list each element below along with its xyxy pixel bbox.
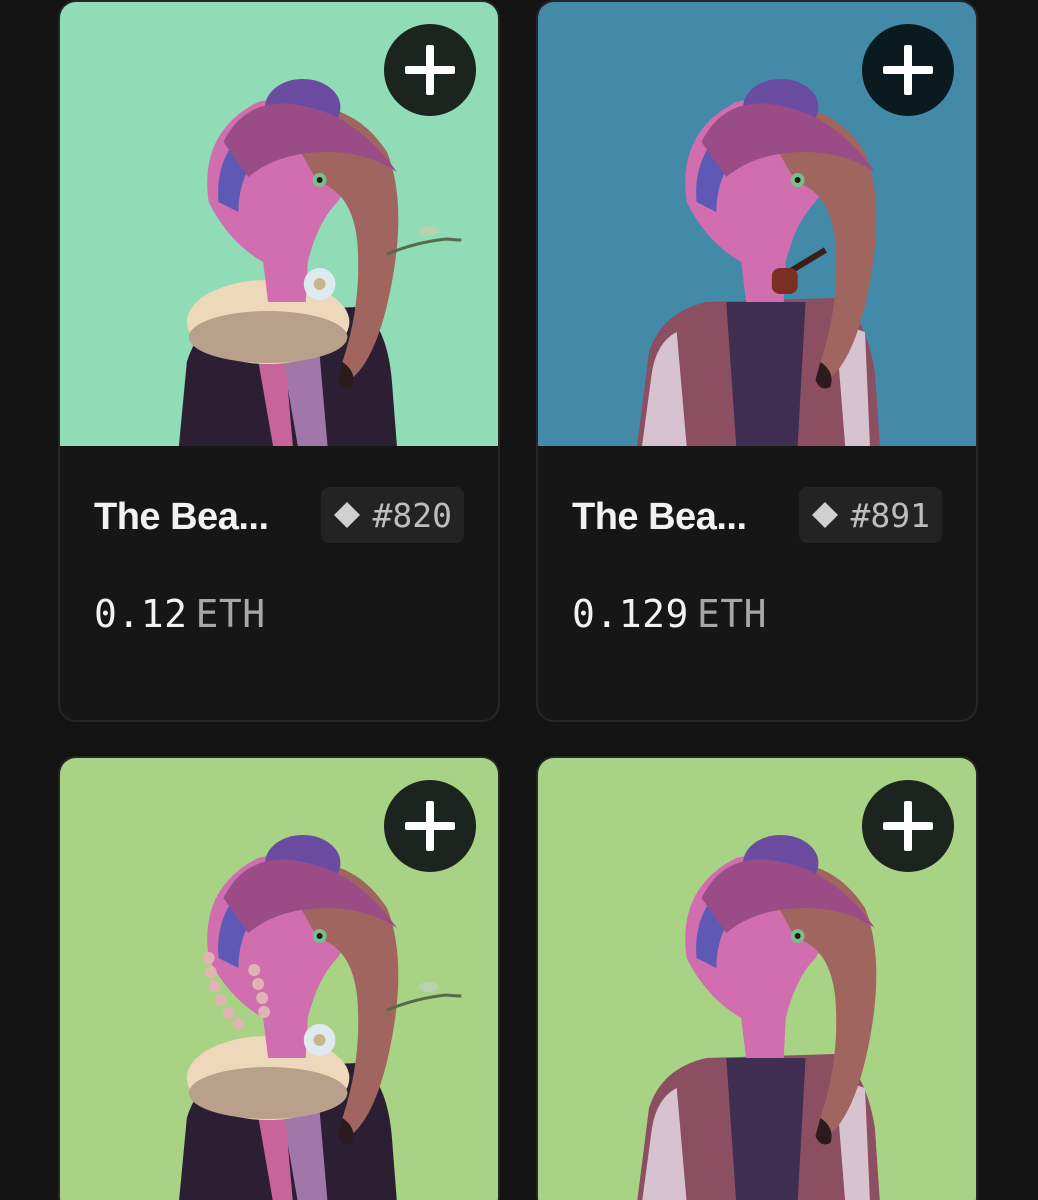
add-to-cart-button[interactable] <box>862 24 954 116</box>
ethereum-diamond-icon <box>811 502 838 528</box>
nft-grid: The Bea... #820 0.12 ETH The Bea... #891… <box>0 0 1038 1200</box>
ethereum-diamond-icon <box>333 502 360 528</box>
price-unit: ETH <box>696 592 768 636</box>
nft-artwork[interactable] <box>60 758 498 1200</box>
plus-icon <box>883 45 933 95</box>
nft-artwork[interactable] <box>60 2 498 446</box>
plus-icon <box>405 801 455 851</box>
price-unit: ETH <box>195 592 266 636</box>
price-value: 0.129 <box>572 592 689 636</box>
nft-card[interactable] <box>58 756 500 1200</box>
token-id: #891 <box>850 495 930 535</box>
add-to-cart-button[interactable] <box>862 780 954 872</box>
plus-icon <box>405 45 455 95</box>
token-id-badge: #891 <box>798 487 942 543</box>
plus-icon <box>883 801 933 851</box>
nft-artwork[interactable] <box>538 2 976 446</box>
price-value: 0.12 <box>94 592 188 636</box>
add-to-cart-button[interactable] <box>384 24 476 116</box>
nft-card-info: The Bea... #891 0.129 ETH <box>538 446 976 720</box>
nft-price: 0.12 ETH <box>94 592 266 636</box>
nft-name[interactable]: The Bea... <box>572 496 747 539</box>
token-id: #820 <box>372 495 452 535</box>
nft-card[interactable]: The Bea... #891 0.129 ETH <box>536 0 978 722</box>
token-id-badge: #820 <box>320 487 464 543</box>
nft-card-info: The Bea... #820 0.12 ETH <box>60 446 498 720</box>
nft-card[interactable] <box>536 756 978 1200</box>
nft-card[interactable]: The Bea... #820 0.12 ETH <box>58 0 500 722</box>
nft-price: 0.129 ETH <box>572 592 767 636</box>
nft-name[interactable]: The Bea... <box>94 496 269 539</box>
add-to-cart-button[interactable] <box>384 780 476 872</box>
nft-artwork[interactable] <box>538 758 976 1200</box>
